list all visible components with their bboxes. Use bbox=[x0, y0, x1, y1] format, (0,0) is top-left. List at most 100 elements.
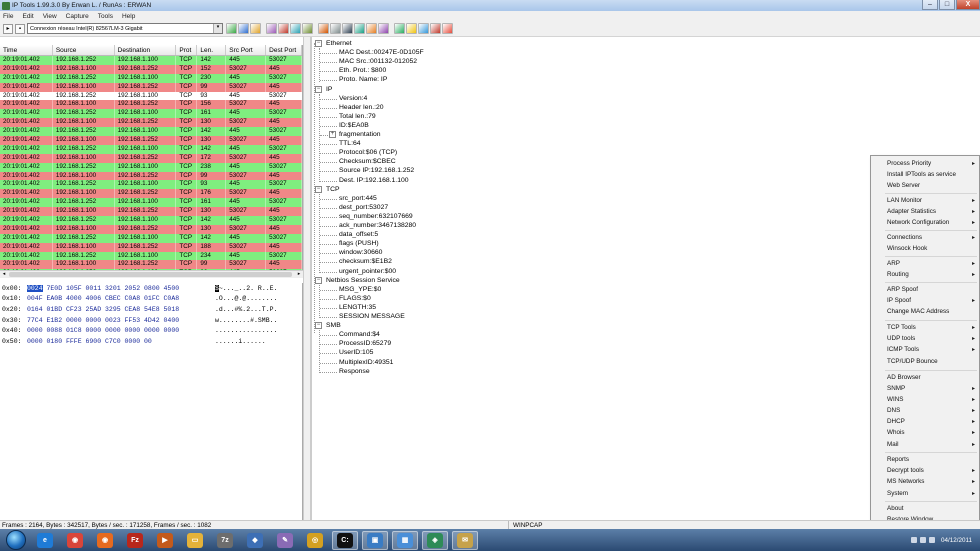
taskbar-filezilla-icon[interactable]: Fz bbox=[122, 531, 148, 550]
toolbar-tool-icon[interactable] bbox=[342, 23, 353, 34]
tree-field[interactable]: LENGTH:35 bbox=[339, 304, 376, 312]
tree-field[interactable]: SESSION MESSAGE bbox=[339, 313, 405, 321]
menu-item-process-priority[interactable]: Process Priority bbox=[887, 160, 931, 167]
tree-field[interactable]: urgent_pointer:$00 bbox=[339, 268, 396, 276]
tree-field[interactable]: Total len.:79 bbox=[339, 113, 376, 121]
taskbar-media-icon[interactable]: ▶ bbox=[152, 531, 178, 550]
taskbar-firefox-icon[interactable]: ◉ bbox=[92, 531, 118, 550]
toolbar-tool-icon[interactable] bbox=[366, 23, 377, 34]
toolbar-tool-icon[interactable] bbox=[302, 23, 313, 34]
menu-edit[interactable]: Edit bbox=[22, 13, 33, 20]
tree-field[interactable]: dest_port:53027 bbox=[339, 204, 388, 212]
toolbar-tool-icon[interactable] bbox=[266, 23, 277, 34]
menu-item-reports[interactable]: Reports bbox=[887, 456, 909, 463]
taskbar-app9-icon[interactable]: ✎ bbox=[272, 531, 298, 550]
tree-collapse-icon[interactable]: − bbox=[315, 85, 322, 93]
tree-field[interactable]: ProcessID:65279 bbox=[339, 340, 391, 348]
menu-item-mail[interactable]: Mail bbox=[887, 441, 899, 448]
menu-item-network-configuration[interactable]: Network Configuration bbox=[887, 219, 949, 226]
hex-dump-pane[interactable]: 0x00: 0024 7E0D 105F 0011 3201 2052 0800 … bbox=[0, 283, 303, 520]
menu-item-winsock-hook[interactable]: Winsock Hook bbox=[887, 245, 927, 252]
menu-item-dhcp[interactable]: DHCP bbox=[887, 418, 905, 425]
toolbar-tool-icon[interactable] bbox=[238, 23, 249, 34]
tree-field[interactable]: MultiplexID:49351 bbox=[339, 359, 393, 367]
tree-field[interactable]: src_port:445 bbox=[339, 195, 377, 203]
tree-field[interactable]: data_offset:5 bbox=[339, 231, 378, 239]
tree-field[interactable]: ID:$EA0B bbox=[339, 122, 369, 130]
table-row[interactable]: 20:19:01.402192.168.1.252192.168.1.100TC… bbox=[0, 73, 302, 83]
tree-field[interactable]: Header len.:20 bbox=[339, 104, 384, 112]
table-row[interactable]: 20:19:01.402192.168.1.252192.168.1.100TC… bbox=[0, 180, 302, 190]
tree-collapse-icon[interactable]: − bbox=[315, 185, 322, 193]
menu-item-decrypt-tools[interactable]: Decrypt tools bbox=[887, 467, 924, 474]
table-row[interactable]: 20:19:01.402192.168.1.252192.168.1.100TC… bbox=[0, 144, 302, 154]
taskbar-app14-icon[interactable]: ◈ bbox=[422, 530, 448, 550]
network-icon[interactable] bbox=[910, 537, 917, 543]
tree-section-netbios[interactable]: Netbios Session Service bbox=[326, 277, 400, 285]
table-row[interactable]: 20:19:01.402 192.168.1.100 192.168.1.252 TC… bbox=[0, 118, 302, 128]
column-header-protocol[interactable]: Prot bbox=[176, 45, 198, 55]
start-button[interactable] bbox=[6, 530, 26, 550]
scroll-left-icon[interactable]: ◂ bbox=[0, 271, 8, 278]
taskbar-cmd-icon[interactable]: C: bbox=[332, 530, 358, 550]
close-button[interactable]: X bbox=[956, 0, 980, 10]
toolbar-tool-icon[interactable] bbox=[354, 23, 365, 34]
menu-item-dns[interactable]: DNS bbox=[887, 407, 900, 414]
column-header-source[interactable]: Source bbox=[53, 45, 115, 55]
toolbar-tool-icon[interactable] bbox=[378, 23, 389, 34]
tree-field[interactable]: Proto. Name: IP bbox=[339, 76, 387, 84]
tree-section-smb[interactable]: SMB bbox=[326, 322, 341, 330]
menu-item-whois[interactable]: Whois bbox=[887, 429, 905, 436]
toolbar-tool-icon[interactable] bbox=[318, 23, 329, 34]
tree-field[interactable]: FLAGS:$0 bbox=[339, 295, 371, 303]
column-header-dest-port[interactable]: Dest Port bbox=[266, 45, 302, 55]
tree-collapse-icon[interactable]: − bbox=[315, 40, 322, 47]
tree-field[interactable]: fragmentation bbox=[339, 131, 381, 139]
tree-field[interactable]: Response bbox=[339, 368, 370, 376]
column-header-time[interactable]: Time bbox=[0, 45, 53, 55]
table-row[interactable]: 20:19:01.402 192.168.1.100 192.168.1.252 TC… bbox=[0, 260, 302, 270]
menu-item-web-server[interactable]: Web Server bbox=[887, 182, 920, 189]
packet-detail-tree[interactable]: − Ethernet MAC Dest.:00247E-0D105F MAC Src.… bbox=[311, 37, 871, 520]
table-row[interactable]: 20:19:01.402 192.168.1.100 192.168.1.252 TC… bbox=[0, 189, 302, 199]
tree-field[interactable]: MSG_YPE:$0 bbox=[339, 286, 381, 294]
table-row[interactable]: 20:19:01.402 192.168.1.100 192.168.1.252 TC… bbox=[0, 64, 302, 74]
menu-item-ms-networks[interactable]: MS Networks bbox=[887, 478, 924, 485]
hex-row[interactable]: 0x50: 0000 0180 FFFE 6900 C7C0 0000 00...… bbox=[0, 336, 302, 347]
menu-item-about[interactable]: About bbox=[887, 505, 903, 512]
column-header-length[interactable]: Len. bbox=[197, 45, 227, 55]
packet-table-scrollbar[interactable]: ◂ ▸ bbox=[0, 270, 303, 278]
packet-table[interactable]: Time Source Destination Prot Len. Src Po… bbox=[0, 45, 303, 270]
flag-icon[interactable] bbox=[928, 537, 935, 543]
adapter-select[interactable]: Connexion réseau Intel(R) 82567LM-3 Giga… bbox=[27, 23, 223, 34]
tree-field[interactable]: UserID:105 bbox=[339, 349, 373, 357]
toolbar-tool-icon[interactable] bbox=[394, 23, 405, 34]
tree-collapse-icon[interactable]: − bbox=[315, 276, 322, 284]
menu-item-ip-spoof[interactable]: IP Spoof bbox=[887, 297, 911, 304]
menu-help[interactable]: Help bbox=[122, 13, 135, 20]
taskbar-ie-icon[interactable]: e bbox=[32, 531, 58, 550]
pane-splitter[interactable] bbox=[303, 37, 311, 520]
taskbar-app8-icon[interactable]: ◆ bbox=[242, 531, 268, 550]
table-row[interactable]: 20:19:01.402192.168.1.252192.168.1.100TC… bbox=[0, 216, 302, 225]
clock[interactable]: 04/12/2011 bbox=[941, 537, 972, 544]
table-row[interactable]: 20:19:01.402 192.168.1.100 192.168.1.252 TC… bbox=[0, 171, 302, 181]
menu-item-ad-browser[interactable]: AD Browser bbox=[887, 374, 921, 381]
minimize-button[interactable]: – bbox=[922, 0, 938, 10]
menu-item-icmp-tools[interactable]: ICMP Tools bbox=[887, 346, 919, 353]
table-row[interactable]: 20:19:01.402 192.168.1.100 192.168.1.252 TC… bbox=[0, 136, 302, 145]
toolbar-tool-icon[interactable] bbox=[406, 23, 417, 34]
tree-expand-icon[interactable]: + bbox=[329, 131, 336, 138]
taskbar-app10-icon[interactable]: ◎ bbox=[302, 531, 328, 550]
tree-field[interactable]: MAC Dest.:00247E-0D105F bbox=[339, 49, 424, 57]
menu-item-arp[interactable]: ARP bbox=[887, 260, 900, 267]
taskbar-app13-icon[interactable]: ▦ bbox=[392, 530, 418, 550]
menu-item-tcp-udp-bounce[interactable]: TCP/UDP Bounce bbox=[887, 358, 938, 365]
tree-field[interactable]: checksum:$E1B2 bbox=[339, 258, 392, 266]
toolbar-tool-icon[interactable] bbox=[430, 23, 441, 34]
tree-collapse-icon[interactable]: − bbox=[315, 322, 322, 330]
toolbar-tool-icon[interactable] bbox=[250, 23, 261, 34]
hex-row[interactable]: 0x40: 0000 0088 01C8 0000 0000 0000 0000 … bbox=[0, 325, 302, 336]
toolbar-tool-icon[interactable] bbox=[418, 23, 429, 34]
menu-item-connections[interactable]: Connections bbox=[887, 234, 922, 241]
